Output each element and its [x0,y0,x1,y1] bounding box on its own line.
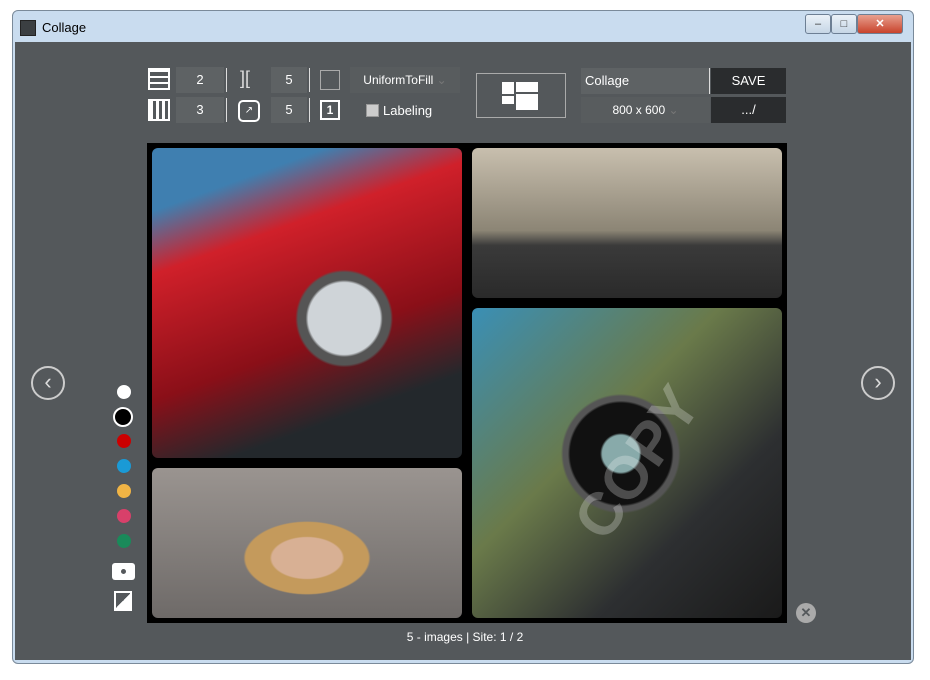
columns-input[interactable]: 3 [176,97,224,123]
color-pink[interactable] [117,509,131,523]
page-icon: 1 [320,100,340,120]
camera-icon[interactable] [112,563,135,580]
save-button[interactable]: SAVE [711,68,786,94]
layout-icon [502,82,514,94]
name-input[interactable]: Collage [581,68,710,94]
color-white[interactable] [117,385,131,399]
window-title: Collage [42,20,87,35]
previous-page-button[interactable]: ‹ [31,366,65,400]
status-text: 5 - images | Site: 1 / 2 [406,630,524,644]
camera-lens [119,567,128,576]
corner-radius-input[interactable]: 5 [271,97,307,123]
chevron-down-icon: ⌄ [668,103,679,117]
divider [226,98,227,122]
photo-woman[interactable] [152,468,462,618]
color-blue[interactable] [117,459,131,473]
fill-mode-dropdown[interactable]: UniformToFill ⌄ [350,67,460,93]
spacing-icon: ][ [240,68,251,88]
divider [309,68,310,92]
divider [309,98,310,122]
corner-radius-icon: ↗ [238,100,260,122]
color-yellow[interactable] [117,484,131,498]
spacing-input[interactable]: 5 [271,67,307,93]
labeling-checkbox[interactable] [366,104,379,117]
size-dropdown[interactable]: 800 x 600 ⌄ [581,97,710,123]
minimize-button[interactable]: – [805,14,831,34]
color-black-selected[interactable] [113,407,133,427]
rows-icon [148,68,170,90]
maximize-button[interactable]: □ [831,14,857,34]
close-button[interactable]: ✕ [857,14,903,34]
app-icon [20,20,36,36]
background-icon[interactable] [114,591,132,611]
color-red[interactable] [117,434,131,448]
watermark: COPY [560,373,714,552]
fill-mode-value: UniformToFill [363,73,434,87]
chevron-down-icon: ⌄ [436,73,447,87]
photo-camera[interactable]: COPY [472,308,782,618]
layout-icon-part [502,96,514,104]
size-value: 800 x 600 [612,103,666,117]
photo-red-car[interactable] [152,148,462,458]
layout-icon-part [516,82,538,92]
photo-runner[interactable] [472,148,782,298]
next-page-button[interactable]: › [861,366,895,400]
remove-icon[interactable]: ✕ [796,603,816,623]
labeling-label: Labeling [383,103,433,118]
layout-button[interactable] [476,73,566,118]
columns-icon [148,99,170,121]
rows-input[interactable]: 2 [176,67,224,93]
path-button[interactable]: .../ [711,97,786,123]
divider [226,68,227,92]
color-green[interactable] [117,534,131,548]
layout-icon-part [516,94,538,110]
border-icon [320,70,340,90]
